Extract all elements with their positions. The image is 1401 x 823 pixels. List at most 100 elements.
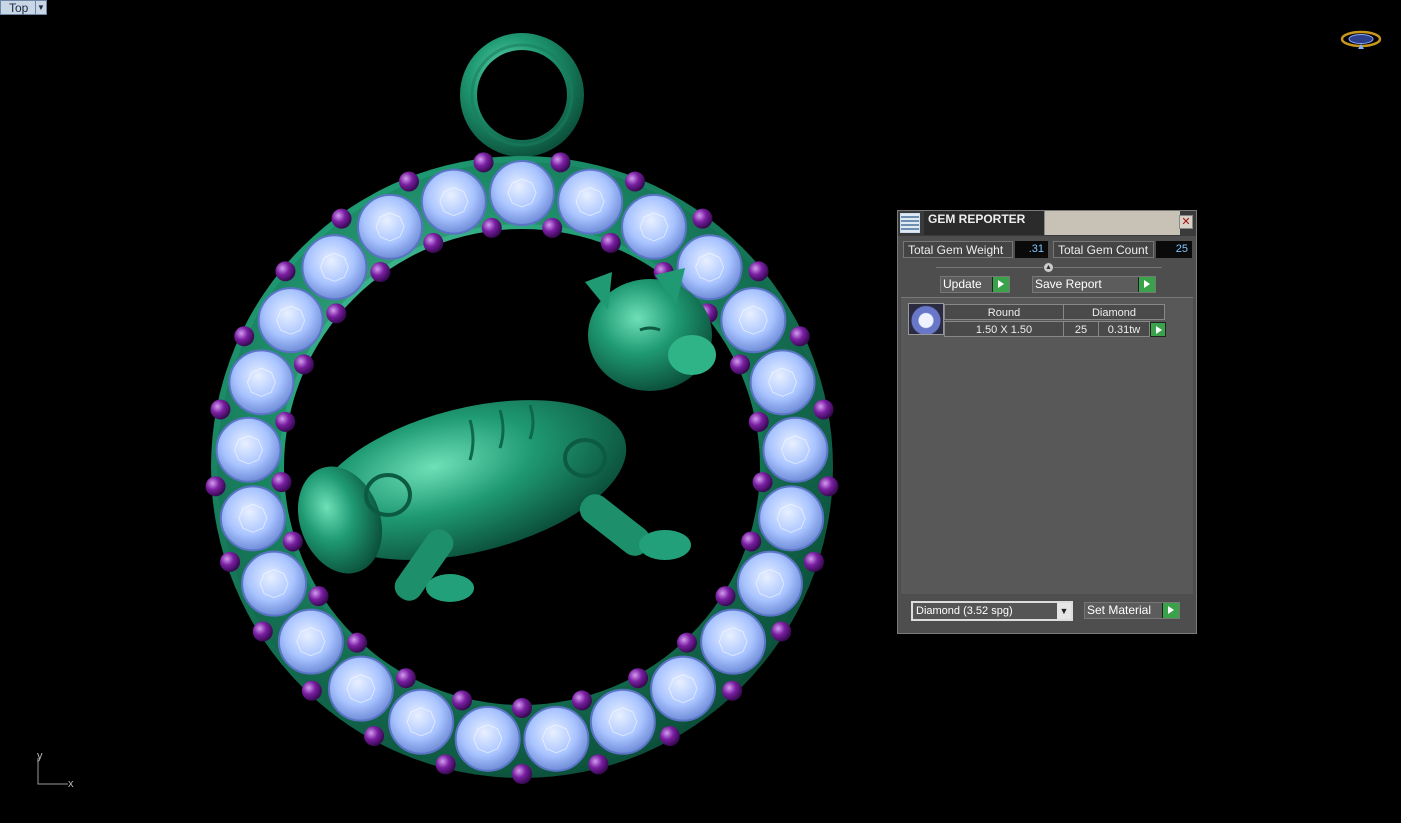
total-gem-weight-value: .31 — [1015, 241, 1048, 258]
total-gem-count-value: 25 — [1156, 241, 1192, 258]
gem-stone — [215, 416, 282, 483]
gem-stone — [277, 608, 344, 675]
prong — [722, 680, 743, 701]
prong — [364, 726, 385, 747]
prong — [748, 261, 769, 282]
prong — [715, 586, 736, 607]
gem-stone — [749, 349, 816, 416]
gem-count: 25 — [1063, 321, 1099, 337]
gem-thumbnail[interactable] — [908, 303, 944, 335]
prong — [512, 764, 532, 784]
gem-stone — [762, 416, 829, 483]
gem-stone — [676, 234, 743, 301]
axis-y-label: y — [37, 750, 43, 762]
material-select-value: Diamond (3.52 spg) — [916, 605, 1013, 617]
gem-stone — [301, 234, 368, 301]
prong — [210, 399, 231, 420]
chevron-down-icon[interactable]: ▼ — [1057, 603, 1071, 619]
prong — [803, 551, 824, 572]
prong — [220, 551, 241, 572]
update-button-label: Update — [943, 277, 982, 291]
prong — [301, 680, 322, 701]
chevron-down-icon[interactable]: ▼ — [35, 1, 46, 14]
gem-stone — [736, 550, 803, 617]
gem-stone — [454, 705, 521, 772]
prong — [452, 690, 473, 711]
gem-stone — [356, 193, 423, 260]
viewport-label[interactable]: Top ▼ — [0, 0, 47, 15]
play-icon — [992, 277, 1009, 292]
gem-stone — [219, 485, 286, 552]
save-report-button[interactable]: Save Report — [1032, 276, 1156, 293]
prong — [692, 208, 713, 229]
gem-stone — [241, 550, 308, 617]
prong — [625, 171, 646, 192]
gem-stone — [720, 287, 787, 354]
prong — [752, 472, 773, 493]
prong — [512, 698, 532, 718]
prong — [252, 621, 273, 642]
prong — [628, 668, 649, 689]
prong — [308, 586, 329, 607]
prong — [473, 152, 494, 173]
bail-ring — [460, 33, 584, 157]
prong — [293, 354, 314, 375]
header-material: Diamond — [1063, 304, 1165, 320]
gem-stone — [257, 287, 324, 354]
set-material-button[interactable]: Set Material — [1084, 602, 1180, 619]
gem-reporter-panel: GEM REPORTER ✕ Total Gem Weight .31 Tota… — [897, 210, 1197, 634]
gem-stone — [327, 655, 394, 722]
gem-stone — [589, 688, 656, 755]
prong — [818, 476, 839, 497]
prong — [435, 754, 456, 775]
close-icon[interactable]: ✕ — [1179, 215, 1193, 229]
report-icon — [900, 213, 920, 233]
gem-stone — [758, 485, 825, 552]
gem-stone — [557, 168, 624, 235]
prong — [748, 411, 769, 432]
prong — [423, 232, 444, 253]
axis-x-label: x — [68, 778, 74, 790]
gem-stone — [489, 160, 555, 226]
gem-stone — [420, 168, 487, 235]
prong — [571, 690, 592, 711]
update-button[interactable]: Update — [940, 276, 1010, 293]
prong — [347, 632, 368, 653]
set-material-button-label: Set Material — [1087, 603, 1152, 617]
prong — [771, 621, 792, 642]
gem-stone — [700, 608, 767, 675]
gem-stone — [228, 349, 295, 416]
gem-stone — [523, 705, 590, 772]
titlebar-fill — [1044, 211, 1180, 235]
prong — [741, 531, 762, 552]
total-gem-count-label: Total Gem Count — [1053, 241, 1154, 258]
prong — [600, 232, 621, 253]
collapse-icon[interactable]: ▲ — [1043, 262, 1054, 273]
prong — [271, 472, 292, 493]
display-mode-icon[interactable] — [1340, 28, 1382, 50]
prong — [282, 531, 303, 552]
prong — [331, 208, 352, 229]
prong — [550, 152, 571, 173]
play-icon — [1138, 277, 1155, 292]
prong — [370, 262, 391, 283]
play-icon — [1162, 603, 1179, 618]
gem-stone — [621, 193, 688, 260]
row-action-button[interactable] — [1150, 322, 1166, 337]
prong — [275, 411, 296, 432]
view-name: Top — [9, 0, 29, 15]
gem-weight: 0.31tw — [1098, 321, 1150, 337]
prong — [676, 632, 697, 653]
total-gem-weight-label: Total Gem Weight — [903, 241, 1013, 258]
prong — [481, 217, 502, 238]
prong — [813, 399, 834, 420]
prong — [398, 171, 419, 192]
gem-list: Round Diamond 1.50 X 1.50 25 0.31tw — [901, 297, 1193, 594]
panel-titlebar[interactable]: GEM REPORTER ✕ — [898, 211, 1196, 236]
gem-size: 1.50 X 1.50 — [944, 321, 1064, 337]
prong — [542, 217, 563, 238]
prong — [395, 668, 416, 689]
material-select[interactable]: Diamond (3.52 spg) ▼ — [911, 601, 1073, 621]
gem-stone — [650, 655, 717, 722]
panel-title: GEM REPORTER — [924, 211, 1044, 235]
